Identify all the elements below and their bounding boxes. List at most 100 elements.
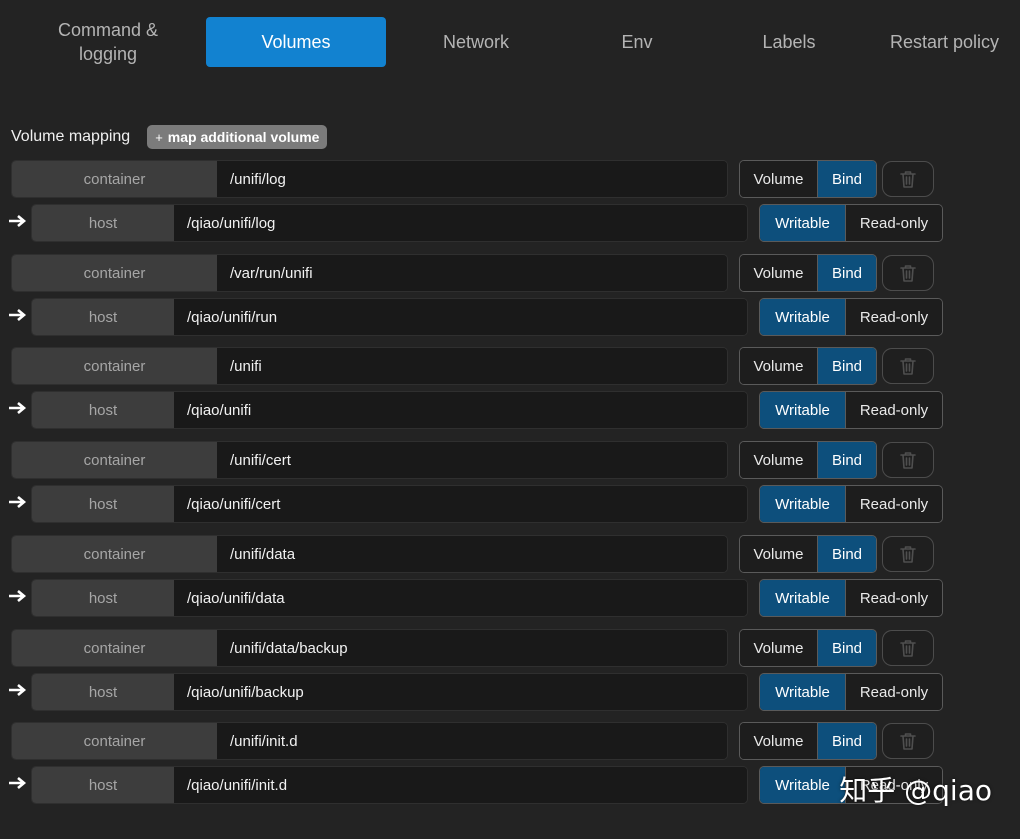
remove-volume-button[interactable] (882, 161, 934, 197)
tab-env[interactable]: Env (597, 17, 677, 67)
host-label: host (32, 486, 174, 522)
read-only-button[interactable]: Read-only (846, 486, 942, 522)
read-only-button[interactable]: Read-only (846, 674, 942, 710)
map-additional-volume-label: map additional volume (167, 129, 320, 145)
host-row: host WritableRead-only (0, 204, 960, 242)
host-path-group: host (31, 298, 748, 336)
remove-volume-button[interactable] (882, 348, 934, 384)
host-path-group: host (31, 485, 748, 523)
read-only-button[interactable]: Read-only (846, 580, 942, 616)
container-label: container (12, 255, 217, 291)
bind-button[interactable]: Bind (818, 442, 876, 478)
writable-button[interactable]: Writable (760, 767, 846, 803)
container-row: container VolumeBind (11, 629, 951, 667)
container-row: container VolumeBind (11, 160, 951, 198)
volume-type-toggle: Volume Bind (739, 160, 877, 198)
host-row: host WritableRead-only (0, 485, 960, 523)
writable-button[interactable]: Writable (760, 580, 846, 616)
remove-volume-button[interactable] (882, 723, 934, 759)
container-row: container VolumeBind (11, 535, 951, 573)
bind-button[interactable]: Bind (818, 536, 876, 572)
tab-command-logging[interactable]: Command & logging (40, 17, 176, 67)
access-mode-toggle: Writable Read-only (759, 485, 943, 523)
volume-button[interactable]: Volume (740, 723, 818, 759)
host-path-input[interactable] (174, 299, 747, 335)
volume-button[interactable]: Volume (740, 161, 818, 197)
host-path-input[interactable] (174, 674, 747, 710)
bind-button[interactable]: Bind (818, 255, 876, 291)
tab-volumes[interactable]: Volumes (206, 17, 386, 67)
host-label: host (32, 205, 174, 241)
host-label: host (32, 299, 174, 335)
volume-type-toggle: Volume Bind (739, 535, 877, 573)
host-row: host WritableRead-only (0, 391, 960, 429)
host-row: host WritableRead-only (0, 673, 960, 711)
volume-button[interactable]: Volume (740, 630, 818, 666)
volume-type-toggle: Volume Bind (739, 347, 877, 385)
container-path-group: container (11, 441, 728, 479)
host-path-input[interactable] (174, 205, 747, 241)
container-path-input[interactable] (217, 630, 727, 666)
arrow-right-icon (9, 307, 27, 325)
map-additional-volume-button[interactable]: + map additional volume (147, 125, 328, 149)
volume-button[interactable]: Volume (740, 255, 818, 291)
host-path-input[interactable] (174, 486, 747, 522)
container-path-input[interactable] (217, 442, 727, 478)
arrow-right-icon (9, 588, 27, 606)
tab-labels[interactable]: Labels (734, 17, 844, 67)
writable-button[interactable]: Writable (760, 486, 846, 522)
remove-volume-button[interactable] (882, 630, 934, 666)
container-label: container (12, 161, 217, 197)
volume-button[interactable]: Volume (740, 348, 818, 384)
trash-icon (900, 640, 916, 657)
host-path-input[interactable] (174, 580, 747, 616)
container-path-input[interactable] (217, 536, 727, 572)
volume-mapping-item: container VolumeBind host WritableRead-only (0, 535, 1020, 619)
writable-button[interactable]: Writable (760, 205, 846, 241)
arrow-right-icon (9, 400, 27, 418)
container-label: container (12, 536, 217, 572)
host-path-input[interactable] (174, 767, 747, 803)
container-path-input[interactable] (217, 348, 727, 384)
arrow-right-icon (9, 775, 27, 793)
access-mode-toggle: Writable Read-only (759, 298, 943, 336)
container-path-input[interactable] (217, 255, 727, 291)
writable-button[interactable]: Writable (760, 299, 846, 335)
bind-button[interactable]: Bind (818, 348, 876, 384)
writable-button[interactable]: Writable (760, 674, 846, 710)
tab-network[interactable]: Network (416, 17, 536, 67)
host-path-input[interactable] (174, 392, 747, 428)
host-row: host WritableRead-only (0, 579, 960, 617)
container-path-group: container (11, 722, 728, 760)
read-only-button[interactable]: Read-only (846, 392, 942, 428)
trash-icon (900, 546, 916, 563)
volume-mapping-item: container VolumeBind host WritableRead-only (0, 629, 1020, 713)
bind-button[interactable]: Bind (818, 161, 876, 197)
remove-volume-button[interactable] (882, 255, 934, 291)
container-path-input[interactable] (217, 161, 727, 197)
bind-button[interactable]: Bind (818, 630, 876, 666)
remove-volume-button[interactable] (882, 442, 934, 478)
read-only-button[interactable]: Read-only (846, 299, 942, 335)
volume-button[interactable]: Volume (740, 536, 818, 572)
host-path-group: host (31, 673, 748, 711)
volume-type-toggle: Volume Bind (739, 441, 877, 479)
tab-restart-policy[interactable]: Restart policy (890, 17, 1020, 67)
container-path-group: container (11, 629, 728, 667)
volume-mapping-item: container VolumeBind host WritableRead-only (0, 160, 1020, 244)
trash-icon (900, 452, 916, 469)
read-only-button[interactable]: Read-only (846, 205, 942, 241)
volume-button[interactable]: Volume (740, 442, 818, 478)
host-label: host (32, 580, 174, 616)
volume-type-toggle: Volume Bind (739, 722, 877, 760)
bind-button[interactable]: Bind (818, 723, 876, 759)
container-label: container (12, 442, 217, 478)
volume-type-toggle: Volume Bind (739, 254, 877, 292)
arrow-right-icon (9, 213, 27, 231)
container-row: container VolumeBind (11, 441, 951, 479)
writable-button[interactable]: Writable (760, 392, 846, 428)
volume-mapping-item: container VolumeBind host WritableRead-only (0, 347, 1020, 431)
volume-mapping-header: Volume mapping + map additional volume (11, 124, 328, 150)
remove-volume-button[interactable] (882, 536, 934, 572)
container-path-input[interactable] (217, 723, 727, 759)
